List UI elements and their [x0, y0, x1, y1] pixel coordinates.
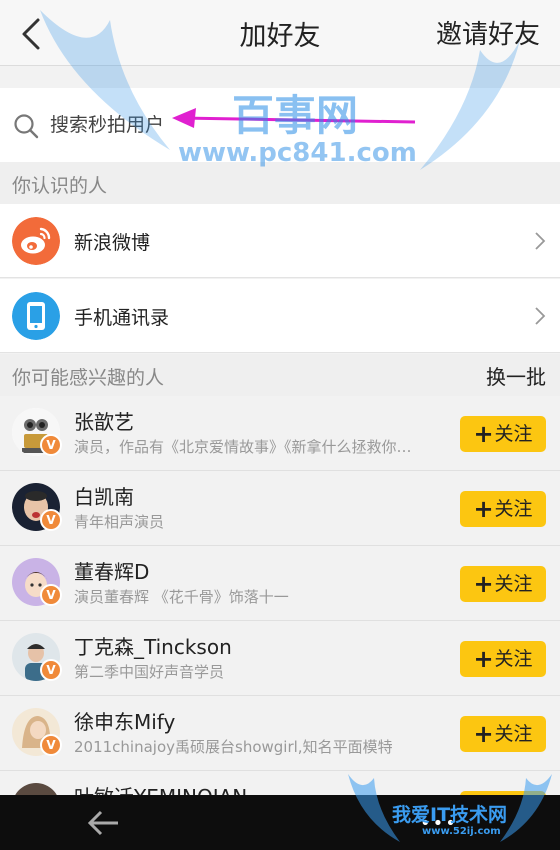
user-name: 白凯南 — [74, 485, 134, 509]
avatar[interactable]: V — [12, 708, 62, 756]
chevron-right-icon — [535, 307, 546, 325]
phone-contacts-row[interactable]: 手机通讯录 — [0, 279, 560, 353]
plus-icon: + — [473, 420, 494, 448]
weibo-row[interactable]: 新浪微博 — [0, 204, 560, 278]
follow-button[interactable]: +关注 — [460, 416, 546, 452]
avatar[interactable]: V — [12, 408, 62, 456]
avatar[interactable]: V — [12, 633, 62, 681]
plus-icon: + — [473, 495, 494, 523]
refresh-batch-button[interactable]: 换一批 — [486, 361, 546, 390]
user-name: 董春辉D — [74, 560, 150, 584]
follow-label: 关注 — [494, 423, 533, 445]
follow-button[interactable]: +关注 — [460, 566, 546, 602]
invite-friends-button[interactable]: 邀请好友 — [436, 14, 540, 51]
search-bar — [0, 88, 560, 162]
user-description: 2011chinajoy禹硕展台showgirl,知名平面模特 — [74, 738, 393, 756]
plus-icon: + — [473, 645, 494, 673]
title-bar: 加好友 邀请好友 — [0, 0, 560, 66]
avatar[interactable]: V — [12, 483, 62, 531]
more-dots-icon[interactable]: ••• — [420, 813, 458, 834]
search-icon — [14, 114, 39, 139]
user-row[interactable]: V 丁克森_Tinckson 第二季中国好声音学员 +关注 — [0, 621, 560, 696]
nav-back-icon[interactable] — [86, 809, 122, 837]
chevron-right-icon — [535, 232, 546, 250]
follow-label: 关注 — [494, 723, 533, 745]
user-name: 张歆艺 — [74, 410, 134, 434]
user-description: 演员董春辉 《花千骨》饰落十一 — [74, 588, 289, 606]
verified-badge-icon: V — [40, 434, 62, 456]
phone-contacts-icon — [12, 292, 60, 340]
verified-badge-icon: V — [40, 584, 62, 606]
plus-icon: + — [473, 570, 494, 598]
user-row[interactable]: V 徐申东Mify 2011chinajoy禹硕展台showgirl,知名平面模… — [0, 696, 560, 771]
follow-button[interactable]: +关注 — [460, 716, 546, 752]
follow-label: 关注 — [494, 573, 533, 595]
verified-badge-icon: V — [40, 659, 62, 681]
avatar[interactable]: V — [12, 558, 62, 606]
section-title: 你认识的人 — [12, 175, 108, 197]
follow-label: 关注 — [494, 498, 533, 520]
follow-button[interactable]: +关注 — [460, 641, 546, 677]
known-people-header: 你认识的人 — [0, 162, 560, 204]
user-description: 演员，作品有《北京爱情故事》《新拿什么拯救你我的爱人》 — [74, 438, 424, 456]
weibo-icon — [12, 217, 60, 265]
plus-icon: + — [473, 720, 494, 748]
section-title: 你可能感兴趣的人 — [12, 367, 165, 389]
follow-label: 关注 — [494, 648, 533, 670]
search-input[interactable] — [50, 108, 510, 142]
user-description: 第二季中国好声音学员 — [74, 663, 225, 681]
user-description: 青年相声演员 — [74, 513, 165, 531]
user-row[interactable]: V 白凯南 青年相声演员 +关注 — [0, 471, 560, 546]
suggested-people-header: 你可能感兴趣的人 换一批 — [0, 354, 560, 396]
user-name: 丁克森_Tinckson — [74, 635, 232, 659]
user-name: 徐申东Mify — [74, 710, 176, 734]
weibo-label: 新浪微博 — [74, 232, 151, 254]
verified-badge-icon: V — [40, 509, 62, 531]
user-row[interactable]: V 董春辉D 演员董春辉 《花千骨》饰落十一 +关注 — [0, 546, 560, 621]
phone-contacts-label: 手机通讯录 — [74, 307, 170, 329]
follow-button[interactable]: +关注 — [460, 491, 546, 527]
user-row[interactable]: V 张歆艺 演员，作品有《北京爱情故事》《新拿什么拯救你我的爱人》 +关注 — [0, 396, 560, 471]
verified-badge-icon: V — [40, 734, 62, 756]
system-nav-bar: ••• — [0, 795, 560, 850]
